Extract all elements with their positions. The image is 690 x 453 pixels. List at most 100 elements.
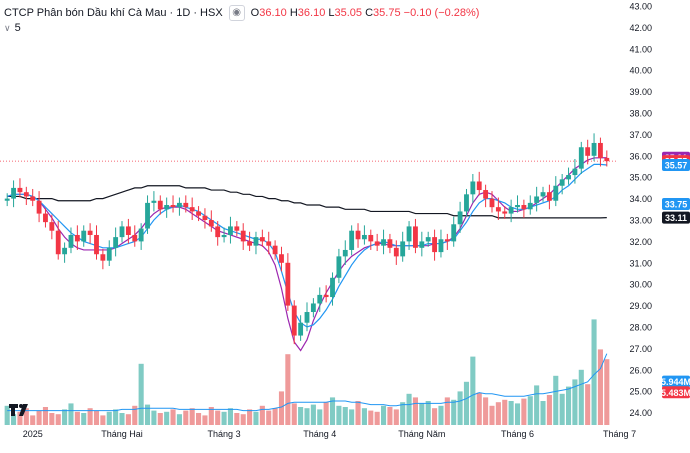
candle-body [202,215,208,220]
candle-body [145,202,150,229]
volume-bar [534,385,540,425]
candle-body [406,226,412,242]
candle-body [30,196,36,201]
candle-body [540,192,546,197]
price-badges: 35.9135.7535.5733.7533.115.944M5.483M [661,151,690,399]
volume-bar [151,410,157,425]
volume-bar [49,413,55,425]
price-tick-label: 38.00 [629,109,652,119]
candle-body [189,207,195,212]
eye-icon[interactable]: ◉ [228,5,245,21]
chevron-down-icon[interactable]: ∨ [4,23,11,34]
price-tick-label: 31.00 [629,258,652,268]
candle-body [342,249,348,257]
candle-body [208,220,214,227]
price-tick-label: 35.00 [629,173,652,183]
ohlc-values: O36.10 H36.10 L35.05 C35.75 −0.10 (−0.28… [251,7,480,19]
volume-bar [36,410,42,425]
candle-body [259,237,265,242]
volume-bar [291,403,297,425]
price-tick-label: 26.00 [629,365,652,375]
volume-bar [298,407,304,425]
candle-body [438,239,444,253]
volume-bar [432,408,438,425]
candle-body [119,226,125,238]
time-axis[interactable]: 2025 Tháng Hai Tháng 3 Tháng 4 Tháng Năm Thán… [23,429,690,439]
price-tick-label: 25.00 [629,387,652,397]
candle-body [534,196,540,203]
candle-body [94,234,99,255]
volume-bar [400,402,406,425]
candle-body [515,205,520,208]
volume-bar [221,411,227,425]
candle-body [43,213,48,223]
volume-bar [247,409,253,425]
candle-body [508,207,514,214]
volume-bar [55,414,61,425]
volume-bar [604,359,610,425]
high-value: 36.10 [297,7,326,19]
candle-body [317,294,323,304]
chart-area[interactable]: 43.00 42.00 41.00 40.00 39.00 38.00 37.00 36.00… [0,0,690,448]
volume-bar [451,399,457,425]
candle-body [138,228,144,242]
candle-body [374,241,380,246]
volume-bar [42,407,49,425]
candle-body [11,187,16,199]
volume-bar [585,384,591,425]
volume-bars [4,319,610,425]
candle-body [566,175,571,180]
open-label: O [250,7,260,19]
volume-bar [176,414,182,425]
volume-bar [74,411,80,425]
volume-bar [157,413,163,425]
candle-body [387,239,393,248]
candle-body [17,187,23,193]
volume-bar [304,408,310,425]
volume-bar [425,401,431,425]
candle-body [247,241,253,246]
candle-body [361,234,367,240]
price-tick-label: 29.00 [629,301,652,311]
volume-bar [406,393,412,425]
volume-bar [495,402,501,425]
price-tick-label: 30.00 [629,280,652,290]
volume-bar [470,356,476,425]
volume-bar [591,319,597,425]
volume-bar [106,411,112,425]
volume-bar [444,397,450,425]
time-tick-label: Tháng 6 [501,429,534,439]
volume-bar [489,405,495,425]
candle-body [23,192,29,197]
volume-bar [113,409,119,425]
low-value: 35.05 [334,7,363,19]
price-axis[interactable]: 43.00 42.00 41.00 40.00 39.00 38.00 37.00 36.00… [629,2,652,419]
time-tick-label: 2025 [23,429,43,439]
volume-bar [189,408,195,425]
price-tick-label: 42.00 [629,23,652,33]
candle-body [604,157,610,162]
candle-body [170,205,176,208]
candle-body [527,202,533,210]
volume-bar [310,404,316,425]
candle-body [266,241,272,246]
symbol-legend[interactable]: CTCP Phân bón Dầu khí Cà Mau · 1D · HSX … [4,5,479,21]
candle-body [489,198,495,208]
candle-body [151,200,157,203]
candle-body [444,239,450,242]
price-chart[interactable]: 43.00 42.00 41.00 40.00 39.00 38.00 37.00 36.00… [0,0,690,448]
candle-body [298,322,304,336]
time-tick-label: Tháng Hai [101,429,143,439]
tradingview-logo-icon[interactable] [8,402,32,418]
time-tick-label: Tháng 4 [303,429,336,439]
candle-body [400,241,406,257]
volume-bar [527,396,533,425]
candle-body [451,224,457,242]
symbol-title[interactable]: CTCP Phân bón Dầu khí Cà Mau · 1D · HSX [4,7,223,19]
change-value: −0.10 (−0.28%) [403,7,480,19]
close-value: 35.75 [373,7,401,19]
candle-body [285,262,291,306]
volume-bar [119,413,125,425]
indicators-toggle[interactable]: ∨ 5 [4,22,21,34]
volume-bar [368,410,374,425]
